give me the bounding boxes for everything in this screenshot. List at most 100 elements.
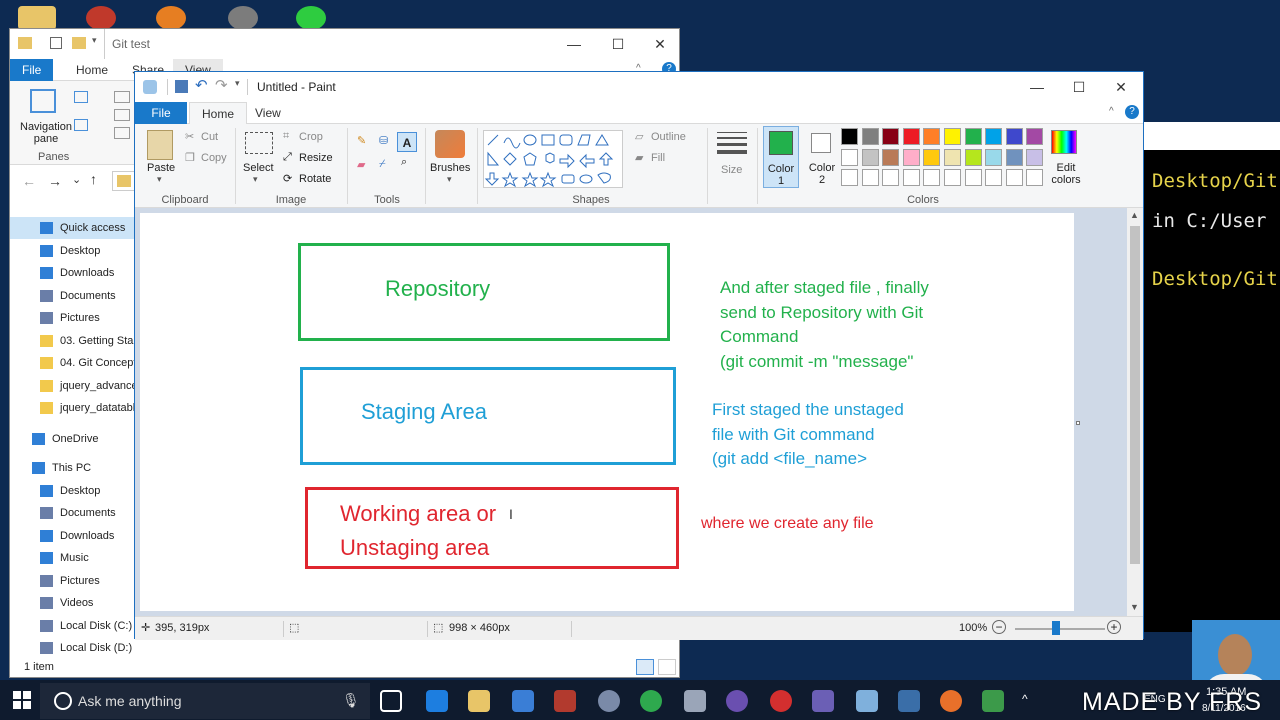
- zoom-in-button[interactable]: +: [1107, 620, 1121, 634]
- microphone-icon[interactable]: 🎙: [342, 692, 360, 709]
- select-button[interactable]: Select: [243, 162, 274, 174]
- palette-swatch[interactable]: [923, 148, 941, 166]
- palette-swatch[interactable]: [861, 148, 879, 166]
- edit-colors-button[interactable]: Edit colors: [1043, 162, 1089, 186]
- palette-swatch[interactable]: [841, 148, 858, 166]
- shapes-gallery[interactable]: [483, 130, 623, 188]
- palette-swatch[interactable]: [1026, 148, 1044, 166]
- up-icon[interactable]: ↑: [90, 171, 97, 187]
- app-icon[interactable]: [726, 690, 748, 712]
- details-pane-icon[interactable]: [74, 119, 88, 131]
- fill-dropdown[interactable]: Fill: [651, 152, 665, 164]
- sidebar-item[interactable]: Pictures: [10, 307, 150, 329]
- palette-swatch[interactable]: [985, 148, 1003, 166]
- palette-swatch[interactable]: [841, 128, 858, 145]
- crop-icon[interactable]: ⌗: [283, 130, 289, 143]
- palette-swatch[interactable]: [841, 169, 858, 186]
- chevron-up-icon[interactable]: ^: [1022, 692, 1028, 706]
- app-icon[interactable]: [86, 6, 116, 30]
- palette-swatch[interactable]: [1005, 128, 1023, 145]
- brushes-button[interactable]: Brushes: [430, 162, 470, 174]
- pencil-icon[interactable]: ✎: [357, 134, 366, 147]
- sidebar-item[interactable]: jquery_advance: [10, 375, 150, 397]
- firefox-icon[interactable]: [940, 690, 962, 712]
- store-icon[interactable]: [512, 690, 534, 712]
- palette-swatch[interactable]: [861, 169, 879, 186]
- app-icon[interactable]: [898, 690, 920, 712]
- rotate-button[interactable]: Rotate: [299, 173, 331, 185]
- paint-taskbar-icon[interactable]: [856, 690, 878, 712]
- app-icon[interactable]: [296, 6, 326, 30]
- sidebar-item[interactable]: Local Disk (D:): [10, 637, 150, 659]
- app-icon[interactable]: [554, 690, 576, 712]
- text-tool-icon[interactable]: A: [397, 132, 417, 152]
- sidebar-item[interactable]: Music: [10, 547, 150, 569]
- palette-swatch[interactable]: [1005, 148, 1023, 166]
- chevron-down-icon[interactable]: ▾: [447, 174, 452, 185]
- palette-swatch[interactable]: [964, 169, 982, 186]
- folder-icon[interactable]: [72, 37, 86, 49]
- fill-icon[interactable]: ▰: [635, 151, 643, 164]
- resize-icon[interactable]: ⤢: [283, 151, 292, 164]
- help-icon[interactable]: ?: [1125, 105, 1139, 119]
- maximize-button[interactable]: ☐: [1057, 72, 1101, 102]
- sidebar-item[interactable]: Downloads: [10, 262, 150, 284]
- palette-swatch[interactable]: [985, 128, 1003, 145]
- outline-dropdown[interactable]: Outline: [651, 131, 686, 143]
- forward-icon[interactable]: →: [48, 173, 62, 189]
- large-icons-view-icon[interactable]: [658, 659, 676, 675]
- sidebar-item[interactable]: Documents: [10, 285, 150, 307]
- chevron-down-icon[interactable]: ▾: [92, 35, 97, 46]
- size-button[interactable]: Size: [721, 164, 742, 176]
- sidebar-item[interactable]: Desktop: [10, 240, 150, 262]
- scroll-thumb[interactable]: [1130, 226, 1140, 564]
- undo-icon[interactable]: ↶: [195, 76, 208, 94]
- copy-button[interactable]: Copy: [201, 152, 227, 164]
- git-icon[interactable]: [982, 690, 1004, 712]
- scroll-up-icon[interactable]: ▲: [1130, 210, 1139, 220]
- cortana-search-box[interactable]: Ask me anything 🎙: [40, 683, 370, 719]
- tab-file[interactable]: File: [135, 102, 187, 124]
- sidebar-item[interactable]: Quick access: [10, 217, 150, 239]
- palette-swatch[interactable]: [923, 169, 941, 186]
- color-picker-icon[interactable]: ⌿: [379, 158, 386, 171]
- layout-icon[interactable]: [114, 127, 130, 139]
- navigation-pane-button[interactable]: Navigation pane: [16, 121, 76, 145]
- sidebar-item[interactable]: 04. Git Concept: [10, 352, 150, 374]
- task-view-icon[interactable]: [380, 690, 402, 712]
- crop-button[interactable]: Crop: [299, 131, 323, 143]
- folder-icon[interactable]: [18, 6, 56, 30]
- back-icon[interactable]: ←: [22, 173, 36, 189]
- app-icon[interactable]: [684, 690, 706, 712]
- vertical-scrollbar[interactable]: ▲ ▼: [1127, 208, 1143, 616]
- palette-swatch[interactable]: [902, 128, 920, 145]
- opera-icon[interactable]: [770, 690, 792, 712]
- visual-studio-icon[interactable]: [812, 690, 834, 712]
- palette-swatch[interactable]: [882, 148, 900, 166]
- address-bar[interactable]: [112, 171, 136, 191]
- palette-swatch[interactable]: [944, 148, 961, 166]
- firefox-icon[interactable]: [156, 6, 186, 30]
- palette-swatch[interactable]: [1026, 169, 1044, 186]
- layout-icon[interactable]: [114, 91, 130, 103]
- brushes-icon[interactable]: [435, 130, 465, 158]
- canvas-resize-handle[interactable]: [1076, 421, 1080, 425]
- save-icon[interactable]: [175, 80, 188, 93]
- scroll-down-icon[interactable]: ▼: [1130, 602, 1139, 612]
- minimize-button[interactable]: —: [1015, 72, 1059, 102]
- navigation-pane-icon[interactable]: [30, 89, 56, 113]
- magnifier-icon[interactable]: ⌕: [401, 156, 407, 169]
- fill-bucket-icon[interactable]: ⛁: [379, 134, 388, 147]
- app-icon[interactable]: [228, 6, 258, 30]
- sidebar-item[interactable]: Pictures: [10, 570, 150, 592]
- sidebar-item[interactable]: 03. Getting Star: [10, 330, 150, 352]
- tab-file[interactable]: File: [10, 59, 54, 81]
- resize-button[interactable]: Resize: [299, 152, 333, 164]
- zoom-slider[interactable]: [1015, 628, 1105, 630]
- sidebar-item[interactable]: Desktop: [10, 480, 150, 502]
- palette-swatch[interactable]: [1026, 128, 1044, 145]
- chevron-down-icon[interactable]: ▾: [235, 78, 240, 89]
- chevron-down-icon[interactable]: ▾: [253, 174, 258, 185]
- sidebar-item[interactable]: Videos: [10, 592, 150, 614]
- chevron-down-icon[interactable]: ⌄: [72, 173, 81, 186]
